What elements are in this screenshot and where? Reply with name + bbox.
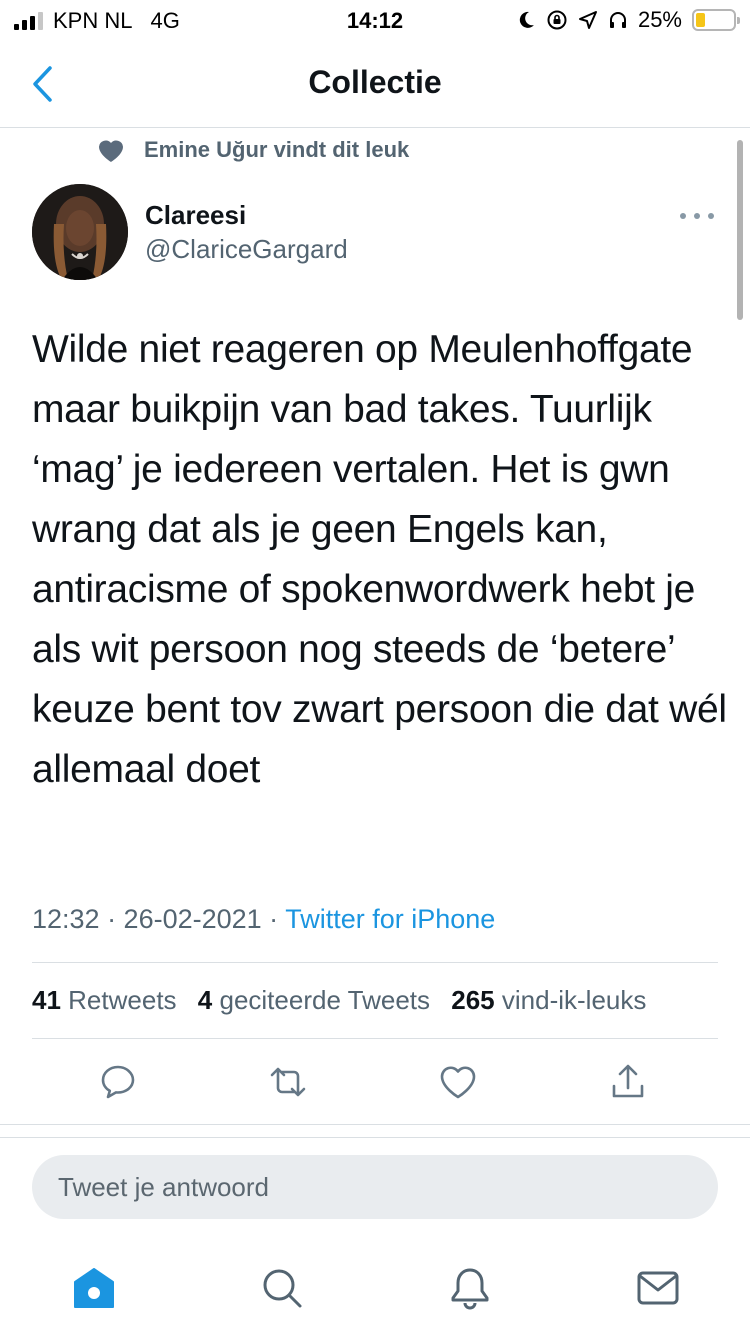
author-handle[interactable]: @ClariceGargard bbox=[145, 234, 348, 265]
tab-bar bbox=[0, 1240, 750, 1334]
moon-icon bbox=[519, 11, 534, 28]
tab-notifications[interactable] bbox=[446, 1264, 494, 1312]
search-icon bbox=[263, 1269, 302, 1308]
likes-count: 265 bbox=[451, 985, 495, 1015]
quotes-label: geciteerde Tweets bbox=[219, 985, 431, 1015]
reply-placeholder: Tweet je antwoord bbox=[58, 1171, 270, 1202]
home-icon bbox=[74, 1268, 114, 1308]
retweet-icon bbox=[270, 1067, 306, 1097]
quotes-count: 4 bbox=[197, 985, 213, 1015]
heart-icon bbox=[99, 140, 123, 162]
navigation-header: Collectie bbox=[0, 40, 750, 128]
scrollbar[interactable] bbox=[737, 140, 743, 320]
tab-search[interactable] bbox=[258, 1264, 306, 1312]
share-button[interactable] bbox=[606, 1060, 650, 1104]
tweet-text: Wilde niet reageren op Meulenhoffgate ma… bbox=[32, 328, 727, 791]
battery-level bbox=[696, 13, 705, 27]
location-icon bbox=[578, 11, 597, 29]
status-bar: KPN NL 4G 14:12 25% bbox=[0, 0, 750, 40]
like-button[interactable] bbox=[436, 1060, 480, 1104]
reply-button[interactable] bbox=[96, 1060, 140, 1104]
retweets-label: Retweets bbox=[68, 985, 177, 1015]
quotes-stat[interactable]: 4 geciteerde Tweets bbox=[198, 985, 430, 1015]
divider bbox=[32, 962, 718, 963]
retweets-stat[interactable]: 41 Retweets bbox=[32, 985, 177, 1015]
reply-icon bbox=[101, 1065, 135, 1099]
tweet-timestamp: 12:32 · 26-02-2021 · bbox=[32, 904, 286, 934]
divider bbox=[32, 1038, 718, 1039]
status-bar-right: 25% bbox=[516, 7, 740, 33]
more-dot-icon bbox=[694, 213, 700, 219]
tab-messages[interactable] bbox=[634, 1264, 682, 1312]
bell-icon bbox=[451, 1268, 489, 1310]
mail-icon bbox=[637, 1271, 679, 1305]
page-title: Collectie bbox=[308, 64, 442, 100]
avatar-image bbox=[32, 184, 128, 280]
tweet-source-link[interactable]: Twitter for iPhone bbox=[285, 904, 495, 934]
more-dot-icon bbox=[708, 213, 714, 219]
retweets-count: 41 bbox=[32, 985, 61, 1015]
social-context[interactable]: Emine Uğur vindt dit leuk bbox=[96, 136, 409, 164]
reply-input[interactable]: Tweet je antwoord bbox=[32, 1155, 718, 1219]
more-options-button[interactable] bbox=[680, 208, 714, 224]
rotation-lock-icon bbox=[547, 10, 567, 30]
likes-label: vind-ik-leuks bbox=[501, 985, 647, 1015]
battery-percent: 25% bbox=[637, 7, 682, 32]
heart-outline-icon bbox=[440, 1066, 476, 1099]
tab-home[interactable] bbox=[70, 1264, 118, 1312]
likes-stat[interactable]: 265 vind-ik-leuks bbox=[451, 985, 646, 1015]
battery-icon bbox=[692, 9, 740, 31]
tweet-stats: 41 Retweets 4 geciteerde Tweets 265 vind… bbox=[32, 985, 732, 1016]
headphones-icon bbox=[609, 12, 626, 28]
avatar[interactable] bbox=[32, 184, 128, 280]
tweet-actions bbox=[32, 1060, 718, 1104]
share-icon bbox=[612, 1064, 644, 1098]
author-name[interactable]: Clareesi bbox=[145, 200, 246, 231]
retweet-button[interactable] bbox=[266, 1060, 310, 1104]
section-divider bbox=[0, 1124, 750, 1138]
tweet-meta: 12:32 · 26-02-2021 · Twitter for iPhone bbox=[32, 904, 495, 935]
more-dot-icon bbox=[680, 213, 686, 219]
social-context-text: Emine Uğur vindt dit leuk bbox=[144, 137, 410, 162]
